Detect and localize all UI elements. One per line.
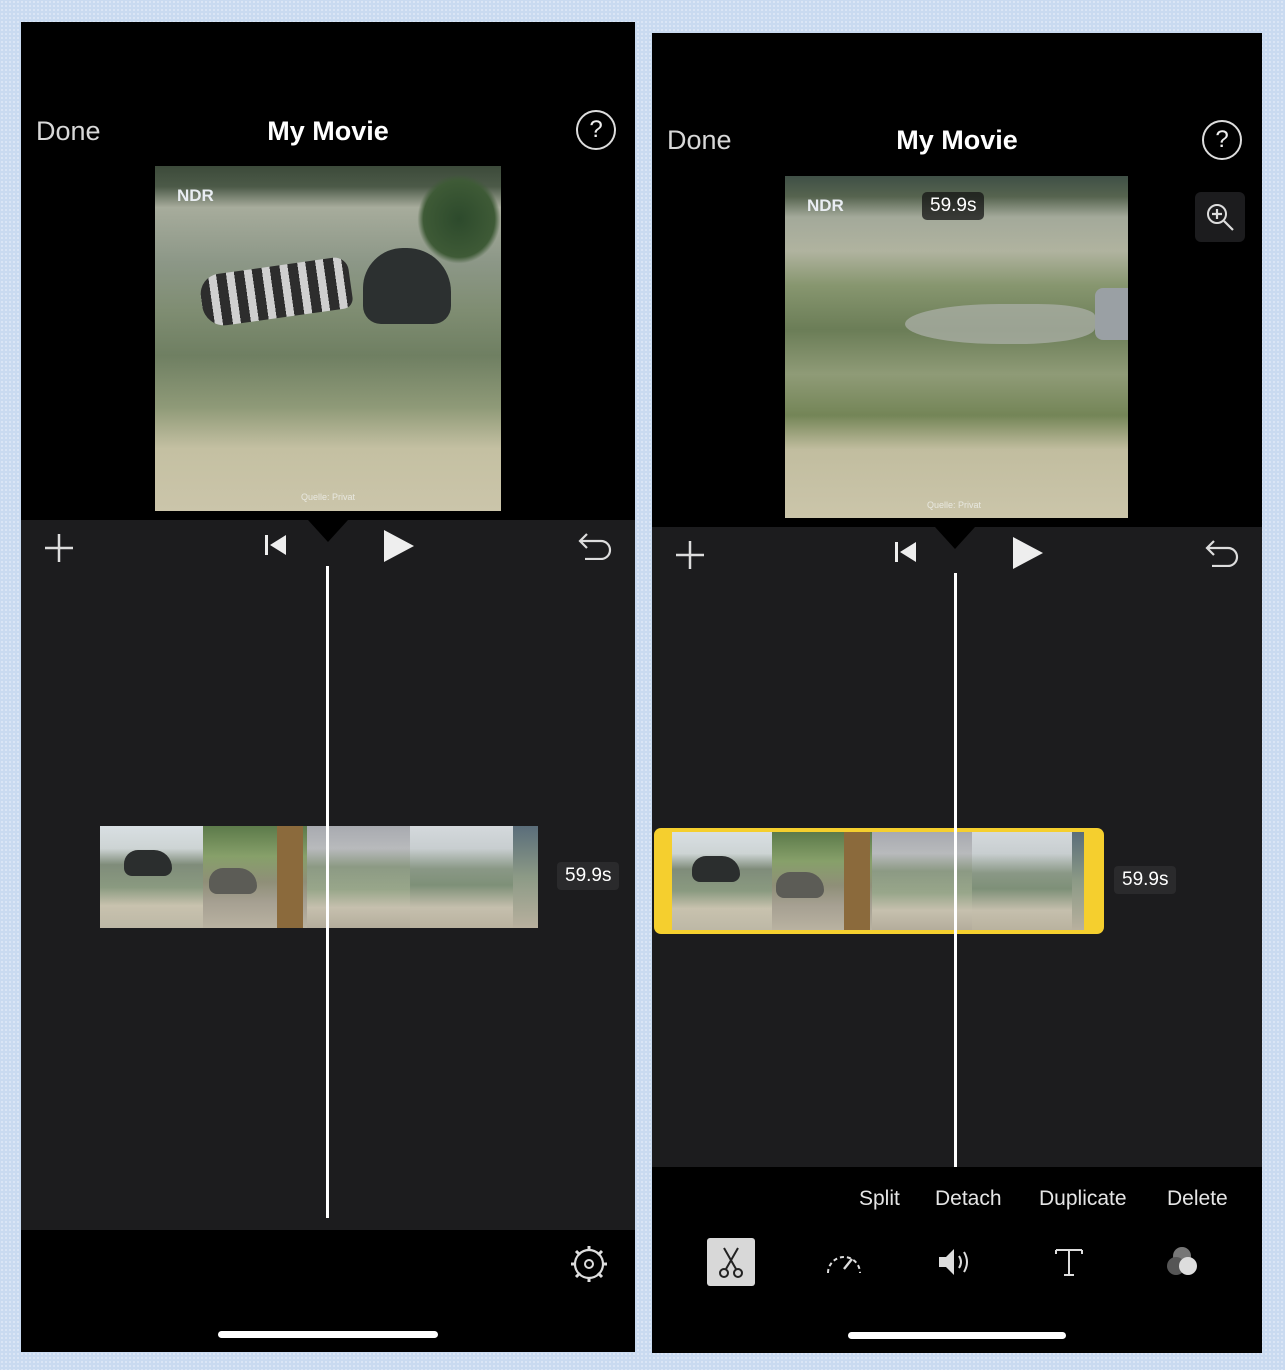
video-credit: Quelle: Privat [927,500,982,510]
clip-thumbnail [513,826,538,928]
filters-tool-button[interactable] [1158,1238,1206,1286]
clip-thumbnail [306,826,410,928]
duplicate-button[interactable]: Duplicate [1039,1187,1127,1211]
detach-button[interactable]: Detach [935,1187,1002,1211]
video-credit: Quelle: Privat [301,492,356,502]
zoom-button[interactable] [1195,192,1245,242]
text-tool-button[interactable] [1045,1238,1093,1286]
bottom-bar: Split Detach Duplicate Delete [652,1167,1262,1353]
playhead-notch [308,520,348,542]
tree-image [417,174,501,264]
help-icon: ? [1215,126,1229,153]
timeline[interactable]: 59.9s [21,566,635,1230]
help-button[interactable]: ? [576,110,616,150]
skip-to-start-icon[interactable] [262,532,288,558]
volume-tool-button[interactable] [932,1238,980,1286]
playback-toolbar [652,527,1262,579]
speed-gauge-icon [827,1256,861,1274]
clip-thumbnail [772,832,872,930]
page-title: My Movie [896,125,1018,155]
plus-icon[interactable] [43,532,75,564]
bottom-bar [21,1230,635,1352]
speed-tool-button[interactable] [820,1238,868,1286]
clip-thumbnail [672,832,772,930]
time-badge: 59.9s [922,192,985,220]
car-image [1095,288,1128,340]
home-indicator[interactable] [848,1332,1066,1339]
done-button[interactable]: Done [36,116,101,147]
playback-toolbar [21,520,635,572]
clip-thumbnail [203,826,307,928]
plus-icon[interactable] [674,539,706,571]
left-screen: Done My Movie ? NDR Quelle: Privat 59.9s [21,22,635,1352]
ndr-logo: NDR [807,196,844,215]
undo-icon[interactable] [577,530,613,560]
clip-thumbnail [872,832,972,930]
video-clip[interactable] [672,832,1084,930]
ndr-logo: NDR [177,186,214,205]
settings-gear-icon[interactable] [569,1244,609,1284]
video-preview[interactable]: NDR Quelle: Privat [155,166,501,511]
undo-icon[interactable] [1204,537,1240,567]
playhead[interactable] [326,566,329,1218]
playhead-notch [935,527,975,549]
split-button[interactable]: Split [859,1187,900,1211]
filters-icon [1167,1247,1197,1275]
play-icon[interactable] [1009,535,1045,571]
playhead[interactable] [954,573,957,1167]
clip-duration: 59.9s [557,862,620,890]
video-clip[interactable] [100,826,538,928]
scissors-icon [719,1247,743,1278]
clip-duration: 59.9s [1114,866,1177,894]
volume-icon [939,1249,968,1275]
delete-button[interactable]: Delete [1167,1187,1228,1211]
dust-trail-image [905,304,1095,344]
video-frame [785,176,1128,518]
text-icon [1055,1249,1083,1276]
clip-thumbnail [100,826,204,928]
help-button[interactable]: ? [1202,120,1242,160]
home-indicator[interactable] [218,1331,438,1338]
scissors-tool-button[interactable] [707,1238,755,1286]
done-button[interactable]: Done [667,125,732,156]
zoom-in-icon [1207,204,1234,231]
help-icon: ? [589,116,603,143]
video-preview[interactable]: NDR 59.9s Quelle: Privat [785,176,1128,518]
clip-thumbnail [1072,832,1084,930]
clip-thumbnail [972,832,1072,930]
timeline[interactable]: 59.9s [652,573,1262,1167]
right-screen: Done My Movie ? NDR 59.9s Quelle: Privat… [652,33,1262,1353]
play-icon[interactable] [380,528,416,564]
page-title: My Movie [267,116,389,146]
clip-thumbnail [409,826,513,928]
skip-to-start-icon[interactable] [892,539,918,565]
